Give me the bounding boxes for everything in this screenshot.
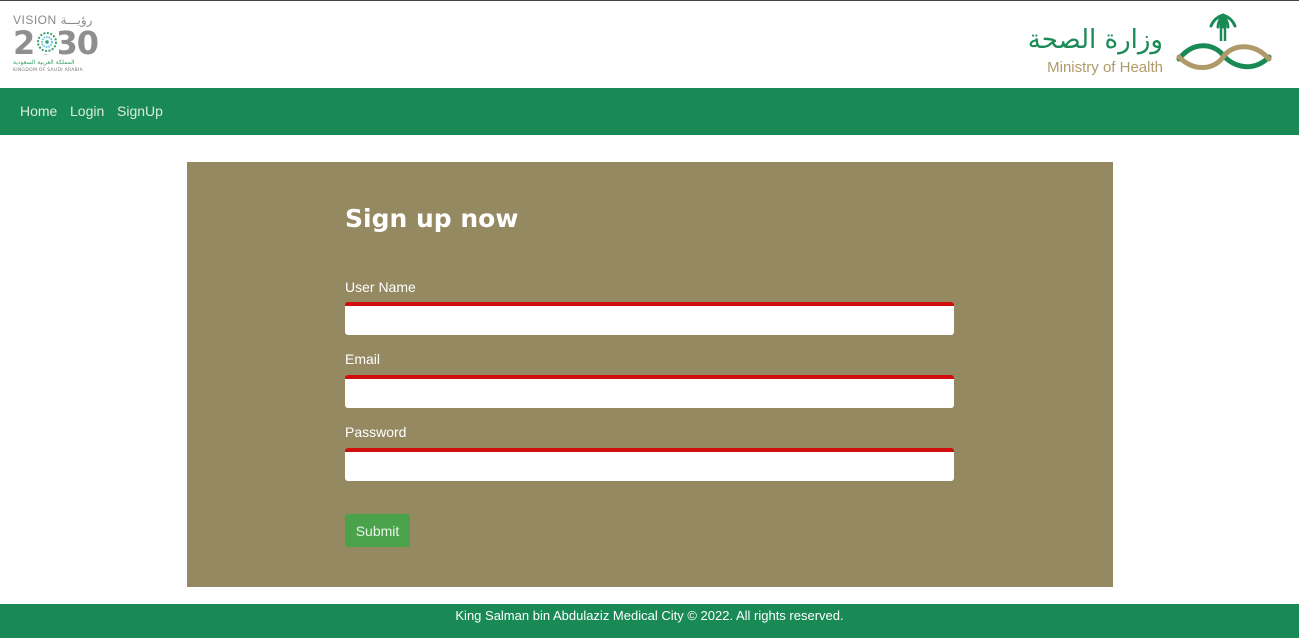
nav-signup-link[interactable]: SignUp xyxy=(117,103,163,119)
email-input[interactable] xyxy=(345,379,954,408)
vision-flower-icon xyxy=(35,30,59,54)
username-label: User Name xyxy=(345,279,416,295)
ministry-of-health-logo: وزارة الصحة Ministry of Health xyxy=(1023,11,1273,81)
nav-home-link[interactable]: Home xyxy=(20,103,57,119)
email-label: Email xyxy=(345,351,381,367)
email-field-wrapper xyxy=(345,375,954,408)
password-label: Password xyxy=(345,424,407,440)
footer-copyright: King Salman bin Abdulaziz Medical City ©… xyxy=(455,608,844,623)
username-field-wrapper xyxy=(345,302,954,335)
username-input[interactable] xyxy=(345,306,954,335)
moh-name-arabic: وزارة الصحة xyxy=(1027,25,1163,55)
password-field-wrapper xyxy=(345,448,954,481)
vision-2030-logo: VISION رؤيـــة 2030 المملكة العربية السع… xyxy=(13,13,113,79)
moh-name-english: Ministry of Health xyxy=(1047,59,1163,76)
signup-panel: Sign up now User Name Email Password Sub… xyxy=(187,162,1113,587)
site-header: VISION رؤيـــة 2030 المملكة العربية السع… xyxy=(0,1,1299,88)
vision-logo-subtitle-en: KINGDOM OF SAUDI ARABIA xyxy=(13,68,84,73)
site-footer: King Salman bin Abdulaziz Medical City ©… xyxy=(0,604,1299,638)
password-input[interactable] xyxy=(345,452,954,481)
nav-login-link[interactable]: Login xyxy=(70,103,104,119)
submit-button[interactable]: Submit xyxy=(345,514,410,547)
palm-swords-emblem-icon xyxy=(1176,13,1272,70)
vision-logo-subtitle-ar: المملكة العربية السعودية xyxy=(13,59,75,66)
signup-title: Sign up now xyxy=(345,204,519,233)
main-navbar: Home Login SignUp xyxy=(0,88,1299,135)
